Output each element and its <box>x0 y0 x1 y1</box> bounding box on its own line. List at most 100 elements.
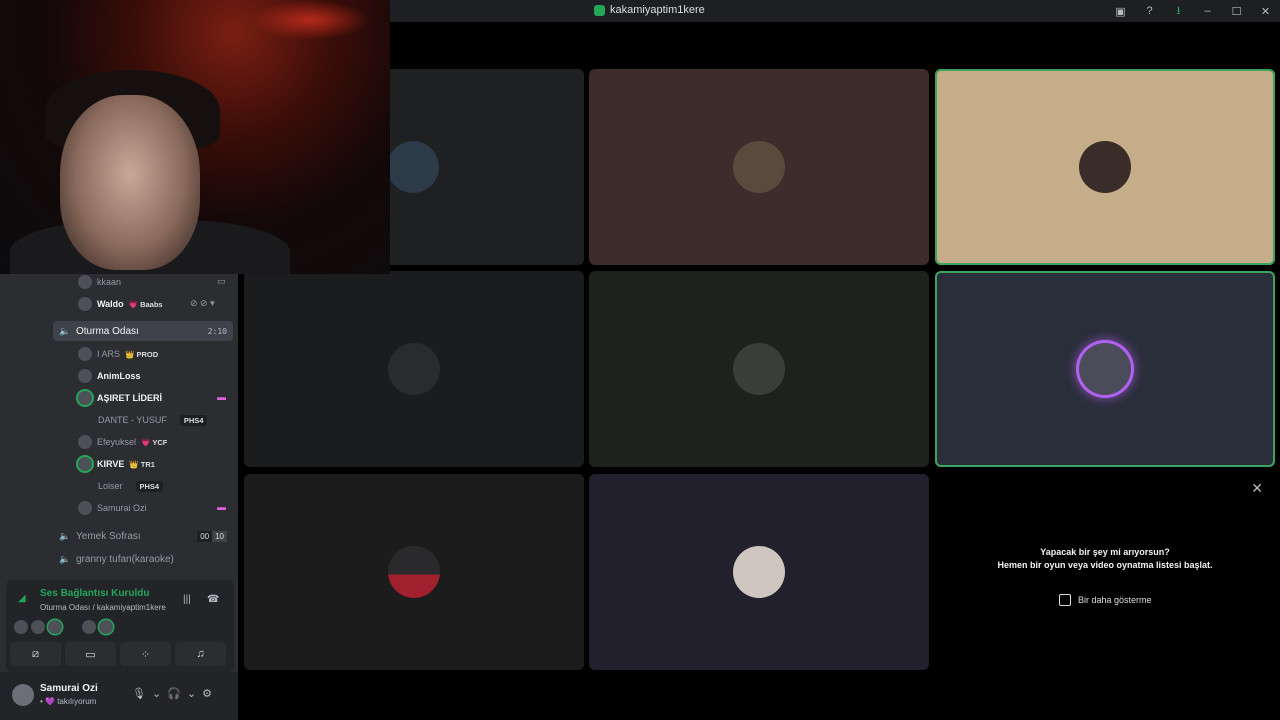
member-tag: PHS4 <box>179 414 208 426</box>
inbox-icon[interactable]: ▣ <box>1106 0 1135 22</box>
member-name: kkaan <box>97 277 122 287</box>
channel-name: Yemek Sofrası <box>76 530 141 542</box>
user-status: • 💜 takılıyorum <box>40 697 97 706</box>
user-limit: 10 <box>212 530 227 542</box>
voice-connection-panel: ◢ Ses Bağlantısı Kuruldu Oturma Odası / … <box>6 580 234 672</box>
video-tile[interactable] <box>589 474 929 670</box>
maximize-icon[interactable]: ☐ <box>1222 0 1251 22</box>
game-icon: ▬ <box>217 502 226 512</box>
avatar <box>82 620 96 634</box>
participant-avatar <box>387 141 439 193</box>
participant-avatar <box>388 546 440 598</box>
game-icon: ▬ <box>217 392 226 402</box>
avatar <box>78 391 92 405</box>
help-icon[interactable]: ? <box>1135 0 1164 22</box>
member-tag: PHS4 <box>135 480 164 492</box>
voice-member[interactable]: Loiser PHS4 <box>98 476 164 496</box>
video-tile[interactable] <box>589 271 929 467</box>
voice-channel-oturma-odasi[interactable]: 🔈 Oturma Odası 2:10 <box>53 321 233 341</box>
member-tag: 💗 YCF <box>141 437 168 447</box>
user-panel: Samurai Ozi • 💜 takılıyorum 🎙 ⌄ 🎧 ⌄ ⚙ <box>0 672 238 720</box>
activity-prompt-line1: Yapacak bir şey mi arıyorsun? <box>1040 547 1170 557</box>
voice-participants <box>14 620 113 634</box>
camera-off-icon[interactable]: ⧄ <box>10 642 61 666</box>
avatar <box>78 347 92 361</box>
activity-prompt: ✕ Yapacak bir şey mi arıyorsun? Hemen bi… <box>935 474 1275 670</box>
checkbox-icon[interactable] <box>1059 594 1071 606</box>
soundboard-icon[interactable]: ♫ <box>175 642 226 666</box>
voice-member[interactable]: AnimLoss <box>78 366 141 386</box>
noise-suppression-icon[interactable]: ||| <box>183 594 191 605</box>
close-icon[interactable]: ✕ <box>1251 0 1280 22</box>
signal-icon: ◢ <box>18 593 26 604</box>
voice-member[interactable]: kkaan <box>78 272 121 292</box>
activities-icon[interactable]: ⁘ <box>120 642 171 666</box>
activity-prompt-line2: Hemen bir oyun veya video oynatma listes… <box>997 560 1213 570</box>
gear-icon[interactable]: ⚙ <box>202 687 212 700</box>
webcam-overlay <box>0 0 390 274</box>
participant-avatar <box>733 546 785 598</box>
voice-member[interactable]: AŞIRET LİDERİ <box>78 388 162 408</box>
avatar[interactable] <box>12 684 34 706</box>
avatar <box>31 620 45 634</box>
close-icon[interactable]: ✕ <box>1251 480 1263 497</box>
voice-member[interactable]: KIRVE 👑 TR1 <box>78 454 155 474</box>
avatar <box>78 435 92 449</box>
video-tile[interactable] <box>589 69 929 265</box>
voice-member[interactable]: DANTE - YUSUF PHS4 <box>98 410 208 430</box>
video-tile[interactable] <box>244 271 584 467</box>
game-icon: ▭ <box>217 276 226 286</box>
avatar <box>78 369 92 383</box>
server-icon <box>594 4 605 16</box>
voice-member[interactable]: Samurai Ozi <box>78 498 147 518</box>
member-name: AnimLoss <box>97 371 141 381</box>
chevron-down-icon[interactable]: ⌄ <box>187 687 196 700</box>
member-name: DANTE - YUSUF <box>98 415 167 425</box>
speaker-icon: 🔈 <box>59 554 71 564</box>
member-tag: 👑 TR1 <box>129 459 155 469</box>
channel-name: granny tufan(karaoke) <box>76 553 174 565</box>
voice-member[interactable]: Waldo 💗 Baabs <box>78 294 163 314</box>
member-name: Loiser <box>98 481 123 491</box>
dont-show-again-checkbox[interactable]: Bir daha gösterme <box>1059 594 1152 606</box>
activity-prompt-text: Yapacak bir şey mi arıyorsun? Hemen bir … <box>935 546 1275 572</box>
video-tile-speaking[interactable] <box>935 271 1275 467</box>
user-limit-badge: 00 10 <box>197 530 227 542</box>
chevron-down-icon[interactable]: ⌄ <box>152 687 161 700</box>
participant-avatar <box>1079 141 1131 193</box>
member-tag: 💗 Baabs <box>128 299 163 309</box>
speaker-icon: 🔈 <box>59 326 71 336</box>
voice-channel-granny-tufan[interactable]: 🔈 granny tufan(karaoke) <box>53 549 233 569</box>
avatar <box>99 620 113 634</box>
voice-member[interactable]: Efeyuksel 💗 YCF <box>78 432 167 452</box>
window-title-text: kakamiyaptim1kere <box>610 4 705 16</box>
member-name: Efeyuksel <box>97 437 137 447</box>
microphone-icon[interactable]: 🎙 <box>132 687 146 700</box>
headphones-icon[interactable]: 🎧 <box>167 687 181 700</box>
avatar <box>78 501 92 515</box>
speaker-icon: 🔈 <box>59 531 71 541</box>
disconnect-icon[interactable]: ☎ <box>207 594 219 605</box>
avatar <box>14 620 28 634</box>
voice-member[interactable]: I ARS 👑 PROD <box>78 344 158 364</box>
voice-status[interactable]: Ses Bağlantısı Kuruldu <box>40 588 149 599</box>
voice-channel-yemek-sofrasi[interactable]: 🔈 Yemek Sofrası 00 10 <box>53 526 233 546</box>
participant-avatar <box>733 343 785 395</box>
channel-name: Oturma Odası <box>76 325 139 337</box>
download-icon[interactable]: ⭳ <box>1164 0 1193 22</box>
voice-location[interactable]: Oturma Odası / kakamiyaptim1kere <box>40 603 166 612</box>
channel-timer: 2:10 <box>207 326 227 336</box>
minimize-icon[interactable]: – <box>1193 0 1222 22</box>
video-tile[interactable] <box>244 474 584 670</box>
avatar <box>78 457 92 471</box>
member-name: Waldo <box>97 299 124 309</box>
participant-avatar <box>388 343 440 395</box>
screen-share-icon[interactable]: ▭ <box>65 642 116 666</box>
user-name[interactable]: Samurai Ozi <box>40 683 98 694</box>
member-name: I ARS <box>97 349 121 359</box>
checkbox-label: Bir daha gösterme <box>1078 595 1152 605</box>
participant-avatar <box>733 141 785 193</box>
window-title: kakamiyaptim1kere <box>594 4 705 16</box>
video-tile-speaking[interactable] <box>935 69 1275 265</box>
member-name: AŞIRET LİDERİ <box>97 393 163 403</box>
